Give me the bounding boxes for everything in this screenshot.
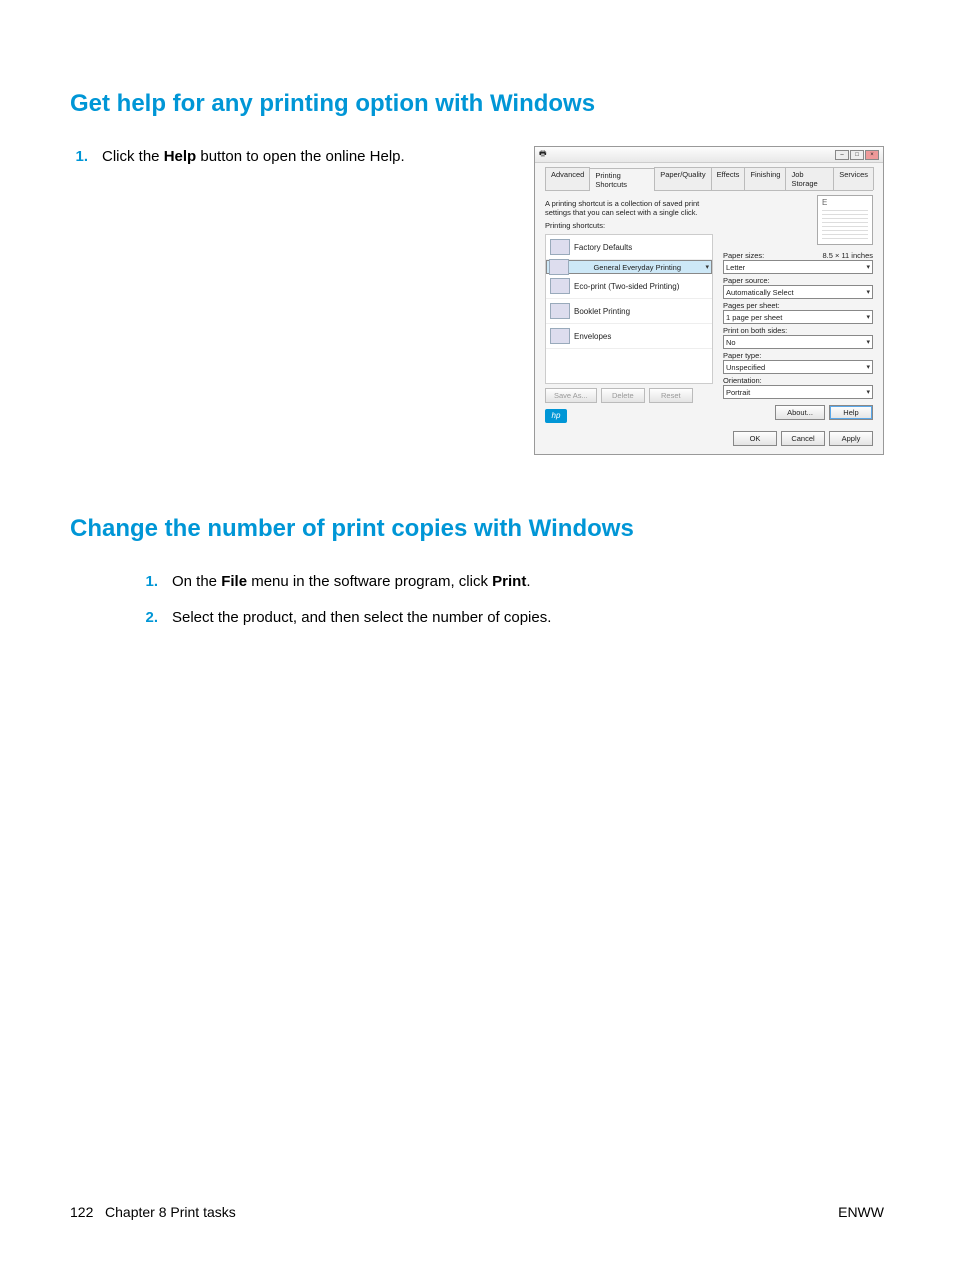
shortcut-icon	[550, 303, 570, 319]
hp-logo-icon: hp	[545, 409, 567, 423]
field-label: Paper sizes:	[723, 251, 764, 260]
step-text: Click the Help button to open the online…	[102, 146, 514, 168]
footer-right: ENWW	[838, 1204, 884, 1220]
step-number: 1.	[70, 146, 88, 168]
field-label: Orientation:	[723, 376, 873, 385]
text-fragment: menu in the software program, click	[247, 573, 492, 590]
shortcut-label: Eco-print (Two-sided Printing)	[574, 282, 679, 291]
shortcut-description: A printing shortcut is a collection of s…	[545, 199, 713, 217]
pages-per-sheet-select[interactable]: 1 page per sheet	[723, 310, 873, 324]
shortcut-icon	[549, 259, 569, 275]
shortcut-label: Factory Defaults	[574, 243, 632, 252]
close-button[interactable]: ×	[865, 150, 879, 160]
text-bold: File	[221, 573, 247, 590]
step-number: 1.	[140, 571, 158, 593]
shortcut-item-ecoprint[interactable]: Eco-print (Two-sided Printing)	[546, 274, 712, 299]
page-preview	[817, 195, 873, 245]
tab-strip: Advanced Printing Shortcuts Paper/Qualit…	[545, 167, 873, 191]
shortcuts-list[interactable]: Factory Defaults General Everyday Printi…	[545, 234, 713, 384]
shortcut-label: General Everyday Printing	[593, 263, 681, 272]
field-label: Paper type:	[723, 351, 873, 360]
ok-button[interactable]: OK	[733, 431, 777, 446]
dialog-titlebar: 🖶 – □ ×	[535, 147, 883, 163]
text-fragment: button to open the online Help.	[196, 148, 405, 165]
select-value: Unspecified	[726, 363, 765, 372]
text-bold: Print	[492, 573, 526, 590]
select-value: No	[726, 338, 736, 347]
select-value: Automatically Select	[726, 288, 794, 297]
printer-icon: 🖶	[539, 148, 547, 162]
shortcut-icon	[550, 328, 570, 344]
tab-finishing[interactable]: Finishing	[744, 167, 786, 190]
text-fragment: On the	[172, 573, 221, 590]
orientation-select[interactable]: Portrait	[723, 385, 873, 399]
select-value: Portrait	[726, 388, 750, 397]
section2-step2: 2. Select the product, and then select t…	[140, 607, 884, 629]
maximize-button[interactable]: □	[850, 150, 864, 160]
text-fragment: .	[526, 573, 530, 590]
field-dimension: 8.5 × 11 inches	[822, 251, 873, 260]
text-bold: Help	[164, 148, 197, 165]
save-as-button[interactable]: Save As...	[545, 388, 597, 403]
step-text: On the File menu in the software program…	[172, 571, 884, 593]
shortcut-item-everyday[interactable]: General Everyday Printing	[546, 260, 712, 274]
shortcut-icon	[550, 239, 570, 255]
tab-printing-shortcuts[interactable]: Printing Shortcuts	[589, 168, 655, 191]
tab-job-storage[interactable]: Job Storage	[785, 167, 834, 190]
step-number: 2.	[140, 607, 158, 629]
paper-sizes-select[interactable]: Letter	[723, 260, 873, 274]
tab-paper-quality[interactable]: Paper/Quality	[654, 167, 711, 190]
step-text: Select the product, and then select the …	[172, 607, 884, 629]
select-value: Letter	[726, 263, 745, 272]
shortcut-item-booklet[interactable]: Booklet Printing	[546, 299, 712, 324]
help-button[interactable]: Help	[829, 405, 873, 420]
tab-effects[interactable]: Effects	[711, 167, 746, 190]
minimize-button[interactable]: –	[835, 150, 849, 160]
reset-button[interactable]: Reset	[649, 388, 693, 403]
delete-button[interactable]: Delete	[601, 388, 645, 403]
shortcut-label: Envelopes	[574, 332, 611, 341]
section2-step1: 1. On the File menu in the software prog…	[140, 571, 884, 593]
cancel-button[interactable]: Cancel	[781, 431, 825, 446]
field-label: Paper source:	[723, 276, 873, 285]
field-label: Print on both sides:	[723, 326, 873, 335]
paper-type-select[interactable]: Unspecified	[723, 360, 873, 374]
shortcut-label: Booklet Printing	[574, 307, 630, 316]
select-value: 1 page per sheet	[726, 313, 782, 322]
paper-source-select[interactable]: Automatically Select	[723, 285, 873, 299]
both-sides-select[interactable]: No	[723, 335, 873, 349]
shortcut-icon	[550, 278, 570, 294]
shortcut-item-envelopes[interactable]: Envelopes	[546, 324, 712, 349]
page-footer: 122 Chapter 8 Print tasks ENWW	[70, 1204, 884, 1220]
shortcut-item-factory-defaults[interactable]: Factory Defaults	[546, 235, 712, 260]
section1-heading: Get help for any printing option with Wi…	[70, 90, 884, 118]
apply-button[interactable]: Apply	[829, 431, 873, 446]
section1-step1: 1. Click the Help button to open the onl…	[70, 146, 514, 168]
section2-heading: Change the number of print copies with W…	[70, 515, 884, 543]
chapter-label: Chapter 8 Print tasks	[105, 1204, 236, 1220]
about-button[interactable]: About...	[775, 405, 825, 420]
tab-advanced[interactable]: Advanced	[545, 167, 590, 190]
print-dialog-screenshot: 🖶 – □ × Advanced Printing Shortcuts Pape…	[534, 146, 884, 455]
field-label: Pages per sheet:	[723, 301, 873, 310]
text-fragment: Click the	[102, 148, 164, 165]
page-number: 122	[70, 1204, 93, 1220]
tab-services[interactable]: Services	[833, 167, 874, 190]
shortcuts-list-label: Printing shortcuts:	[545, 221, 713, 230]
